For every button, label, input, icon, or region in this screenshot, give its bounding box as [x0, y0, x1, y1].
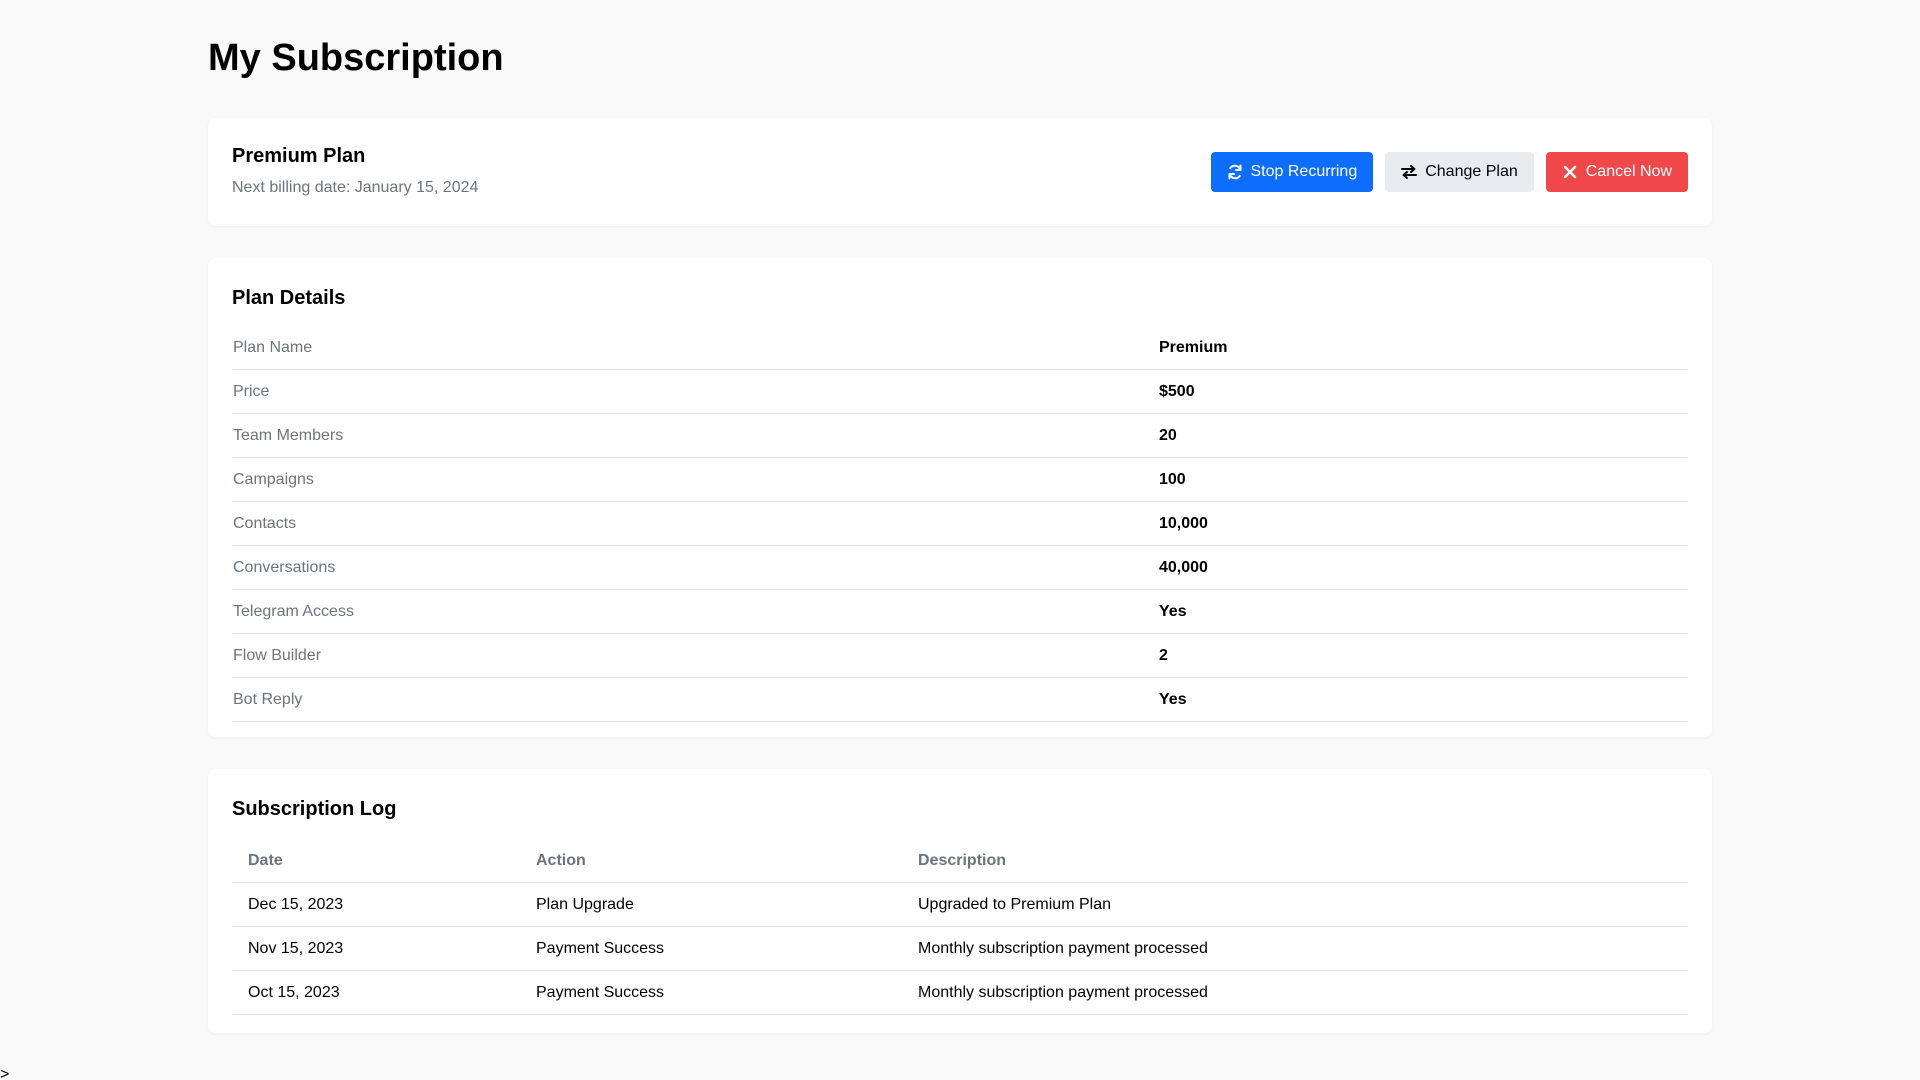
cancel-now-label: Cancel Now	[1585, 163, 1672, 180]
column-header-date: Date	[248, 851, 283, 869]
next-billing-date: Next billing date: January 15, 2024	[232, 179, 479, 196]
detail-value: Premium	[1159, 338, 1228, 356]
log-description: Upgraded to Premium Plan	[918, 895, 1111, 913]
detail-value: 10,000	[1159, 514, 1208, 532]
detail-value: 2	[1159, 646, 1168, 664]
detail-value: 40,000	[1159, 558, 1208, 576]
detail-label: Telegram Access	[233, 602, 354, 620]
plan-details-card: Plan Details Plan Name Premium Price $50…	[208, 258, 1712, 737]
detail-value: $500	[1159, 382, 1195, 400]
log-description: Monthly subscription payment processed	[918, 939, 1208, 957]
subscription-log-card: Subscription Log Date Action Description…	[208, 769, 1712, 1033]
sync-icon	[1227, 164, 1243, 180]
table-row: Nov 15, 2023 Payment Success Monthly sub…	[232, 927, 1688, 971]
detail-row: Telegram Access Yes	[232, 590, 1688, 634]
close-icon	[1562, 164, 1578, 180]
page: My Subscription Premium Plan Next billin…	[0, 0, 1920, 1080]
cancel-now-button[interactable]: Cancel Now	[1545, 152, 1688, 192]
log-date: Oct 15, 2023	[248, 983, 340, 1001]
log-description: Monthly subscription payment processed	[918, 983, 1208, 1001]
log-date: Dec 15, 2023	[248, 895, 344, 913]
log-action: Plan Upgrade	[536, 895, 634, 913]
column-header-description: Description	[918, 851, 1007, 869]
detail-value: 100	[1159, 470, 1186, 488]
detail-value: 20	[1159, 426, 1177, 444]
stray-text: >	[0, 1066, 10, 1080]
detail-row: Price $500	[232, 370, 1688, 414]
plan-details-heading: Plan Details	[232, 287, 346, 309]
detail-row: Contacts 10,000	[232, 502, 1688, 546]
detail-value: Yes	[1159, 690, 1187, 708]
detail-label: Contacts	[233, 514, 297, 532]
plan-actions: Stop Recurring Change Plan Cancel Now	[1210, 152, 1688, 192]
plan-details-table: Plan Name Premium Price $500 Team Member…	[232, 326, 1688, 722]
change-plan-button[interactable]: Change Plan	[1385, 152, 1534, 192]
page-title: My Subscription	[208, 37, 504, 79]
detail-row: Campaigns 100	[232, 458, 1688, 502]
detail-label: Team Members	[233, 426, 344, 444]
detail-label: Campaigns	[233, 470, 314, 488]
detail-label: Flow Builder	[233, 646, 322, 664]
log-date: Nov 15, 2023	[248, 939, 344, 957]
stop-recurring-button[interactable]: Stop Recurring	[1210, 152, 1374, 192]
column-header-action: Action	[536, 851, 586, 869]
detail-row: Plan Name Premium	[232, 326, 1688, 370]
log-action: Payment Success	[536, 939, 665, 957]
plan-name: Premium Plan	[232, 145, 366, 167]
detail-row: Conversations 40,000	[232, 546, 1688, 590]
detail-label: Conversations	[233, 558, 336, 576]
subscription-log-heading: Subscription Log	[232, 798, 397, 820]
table-header-row: Date Action Description	[232, 839, 1688, 883]
log-action: Payment Success	[536, 983, 665, 1001]
detail-label: Plan Name	[233, 338, 313, 356]
detail-row: Team Members 20	[232, 414, 1688, 458]
detail-label: Price	[233, 382, 270, 400]
table-row: Dec 15, 2023 Plan Upgrade Upgraded to Pr…	[232, 883, 1688, 927]
subscription-log-table: Date Action Description Dec 15, 2023 Pla…	[232, 839, 1688, 1015]
detail-row: Bot Reply Yes	[232, 678, 1688, 722]
detail-row: Flow Builder 2	[232, 634, 1688, 678]
detail-label: Bot Reply	[233, 690, 303, 708]
exchange-icon	[1401, 164, 1418, 180]
stop-recurring-label: Stop Recurring	[1250, 163, 1358, 180]
change-plan-label: Change Plan	[1425, 163, 1518, 180]
table-row: Oct 15, 2023 Payment Success Monthly sub…	[232, 971, 1688, 1015]
plan-summary-card: Premium Plan Next billing date: January …	[208, 118, 1712, 226]
detail-value: Yes	[1159, 602, 1187, 620]
